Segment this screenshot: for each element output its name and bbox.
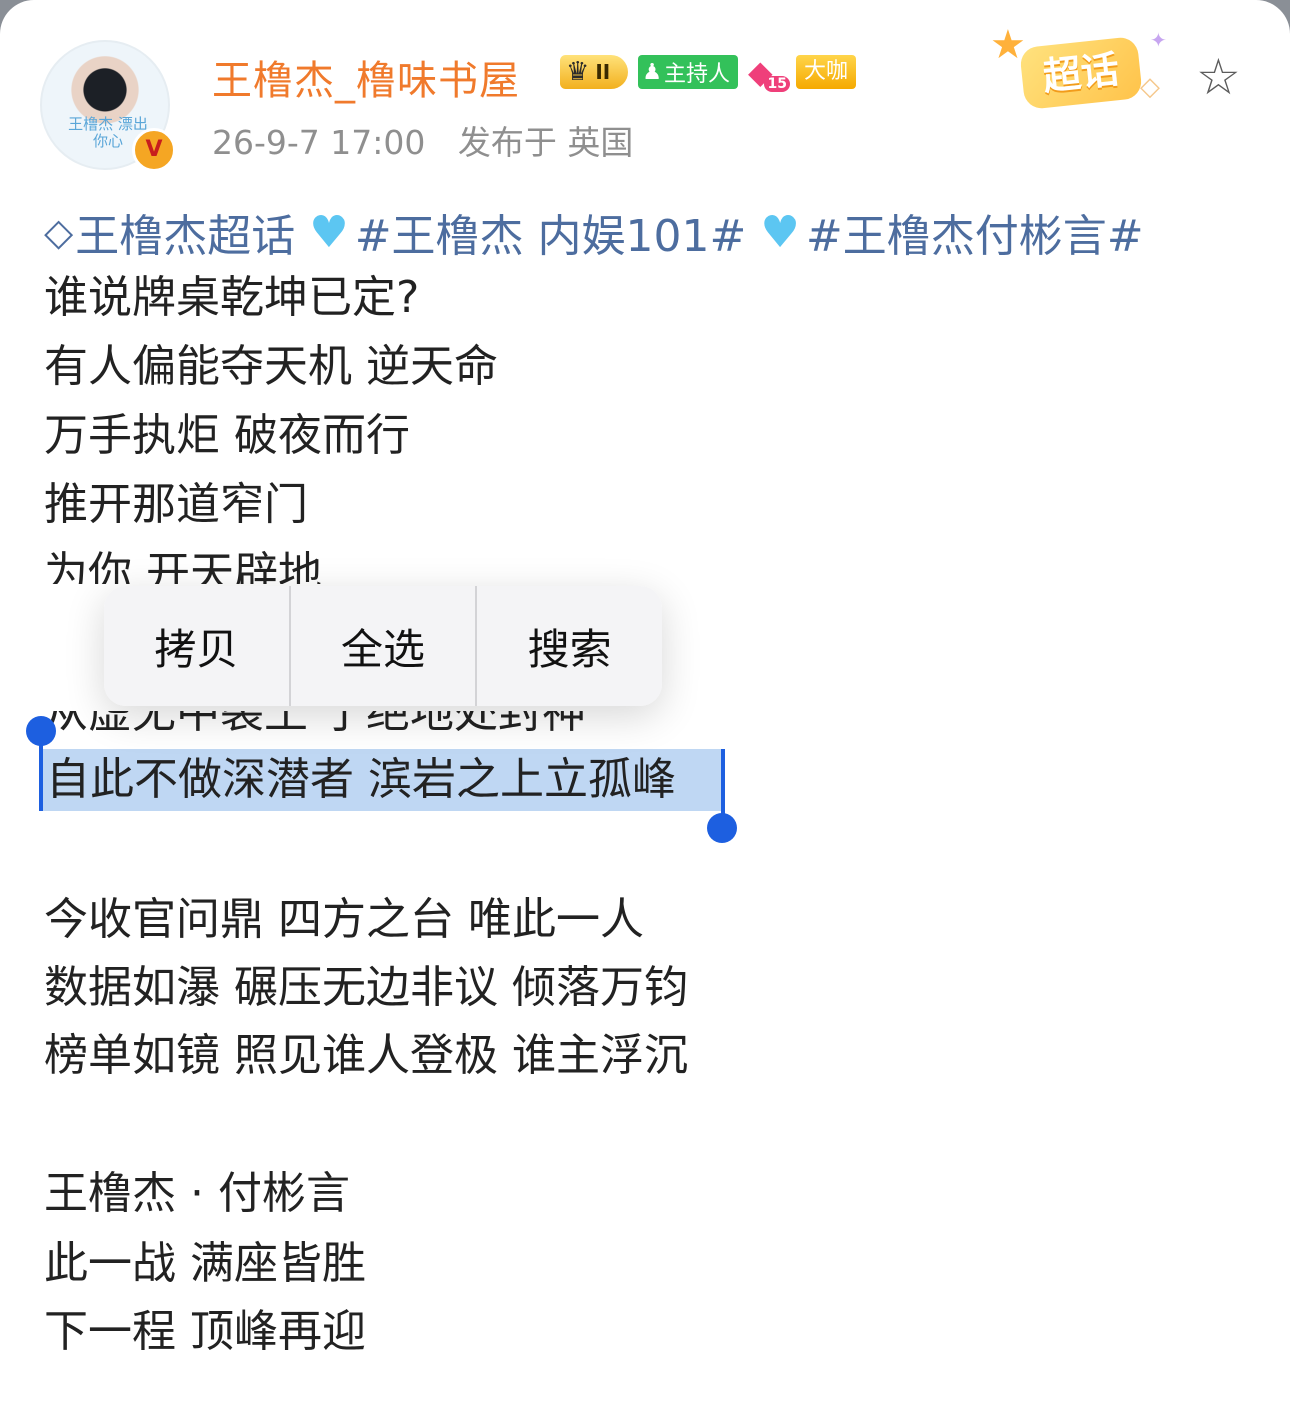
host-badge[interactable]: ♟ 主持人: [638, 55, 738, 89]
post-line: 王橹杰 · 付彬言: [44, 1168, 350, 1219]
text-context-menu: 拷贝 全选 搜索: [104, 586, 662, 706]
supertopic-label: 超话: [1019, 36, 1143, 110]
topic-link-supertopic[interactable]: 王橹杰超话: [75, 200, 295, 264]
user-badges: ♛ II ♟ 主持人 ◆ 15 大咖: [560, 52, 856, 92]
topic-link-101[interactable]: #王橹杰 内娱101#: [355, 200, 747, 264]
sparkle-icon: ✦: [1150, 28, 1167, 52]
gem-level-badge[interactable]: ◆ 15: [748, 54, 790, 92]
post-line: 有人偏能夺天机 逆天命: [44, 341, 498, 392]
favorite-star-icon[interactable]: ☆: [1196, 52, 1241, 102]
post-line: 推开那道窄门: [44, 479, 308, 530]
post-line: 数据如瀑 碾压无边非议 倾落万钧: [44, 962, 688, 1013]
crown-level-badge[interactable]: ♛ II: [560, 55, 629, 89]
selected-post-line[interactable]: 自此不做深潜者 滨岩之上立孤峰: [46, 752, 676, 808]
post-line: 榜单如镜 照见谁人登极 谁主浮沉: [44, 1030, 688, 1081]
heart-icon: ♥: [760, 206, 800, 258]
search-button[interactable]: 搜索: [475, 586, 662, 706]
gem-level: 15: [764, 76, 790, 92]
post-line: 谁说牌桌乾坤已定?: [44, 272, 420, 323]
diamond-icon: ◇: [44, 210, 74, 254]
host-figure-icon: ♟: [642, 59, 662, 85]
post-line: 万手执炬 破夜而行: [44, 410, 410, 461]
post-card: 王橹杰 漂出你心 V 王橹杰_橹味书屋 ♛ II ♟ 主持人 ◆ 15 大咖 ★…: [0, 0, 1290, 1423]
crown-level: II: [595, 60, 611, 84]
post-meta: 26-9-7 17:00 发布于 英国: [212, 116, 633, 164]
host-label: 主持人: [663, 62, 730, 87]
post-location: 发布于 英国: [457, 123, 634, 162]
post-time: 26-9-7 17:00: [212, 123, 426, 162]
select-all-button[interactable]: 全选: [288, 586, 476, 706]
post-line: 今收官问鼎 四方之台 唯此一人: [44, 894, 644, 945]
post-line: 此一战 满座皆胜: [44, 1238, 366, 1289]
copy-button[interactable]: 拷贝: [104, 586, 289, 706]
selection-end-handle[interactable]: [707, 813, 737, 843]
topic-link-cp[interactable]: #王橹杰付彬言#: [806, 200, 1144, 264]
avatar[interactable]: 王橹杰 漂出你心 V: [40, 40, 176, 172]
supertopic-badge[interactable]: ★ ✦ 超话 ◇: [990, 22, 1170, 118]
crown-icon: ♛: [566, 57, 590, 87]
topic-links: ◇ 王橹杰超话 ♥ #王橹杰 内娱101# ♥ #王橹杰付彬言#: [44, 200, 1144, 264]
post-line: 下一程 顶峰再迎: [44, 1306, 366, 1357]
selection-start-handle[interactable]: [26, 716, 56, 746]
vip-badge[interactable]: 大咖: [795, 55, 856, 89]
verified-icon: V: [132, 128, 176, 172]
heart-icon: ♥: [309, 206, 349, 258]
diamond-decoration-icon: ◇: [1140, 72, 1160, 102]
username[interactable]: 王橹杰_橹味书屋: [212, 48, 520, 106]
